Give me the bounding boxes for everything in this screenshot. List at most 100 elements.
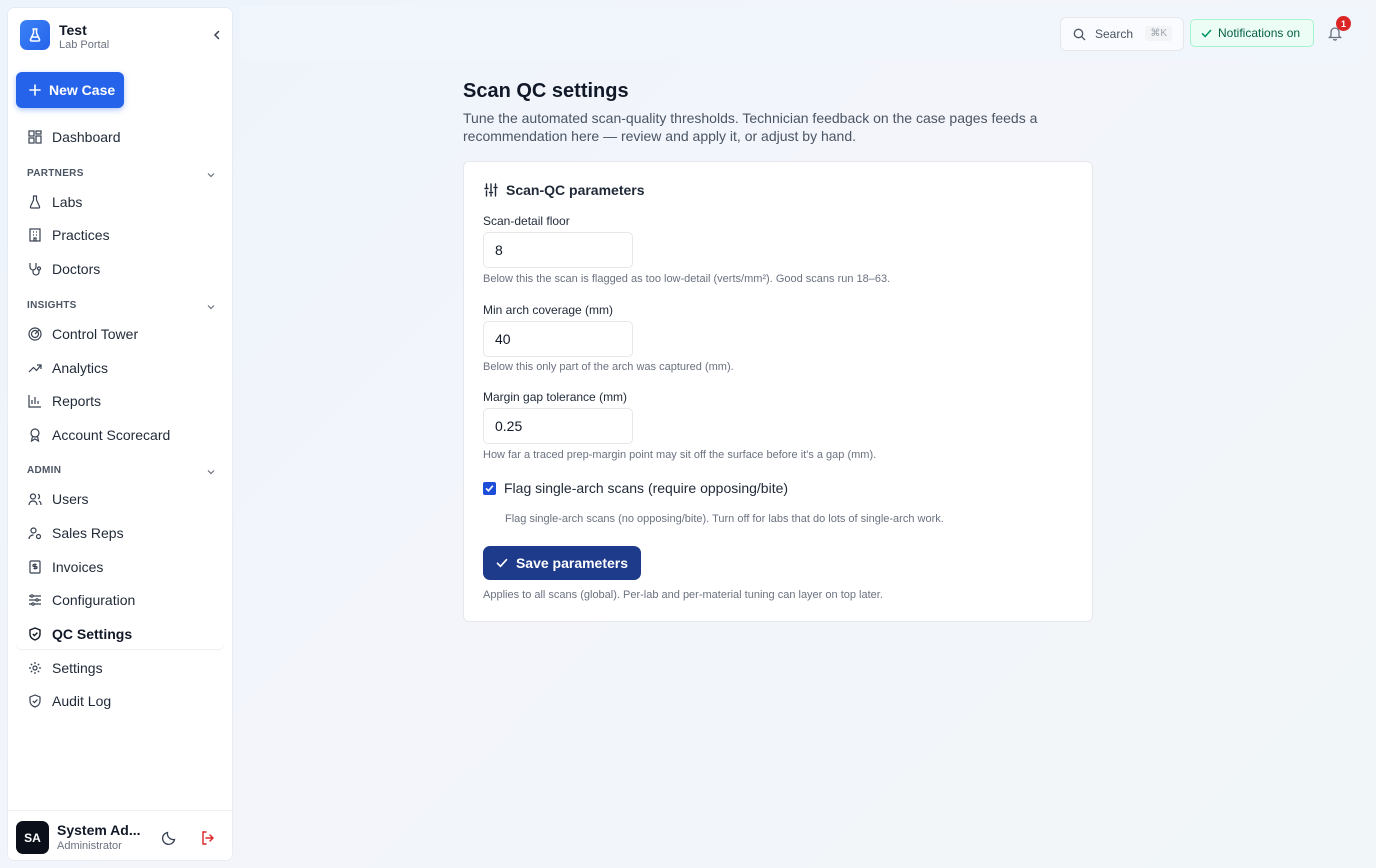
check-icon (496, 558, 508, 568)
sidebar-item-dashboard[interactable]: Dashboard (16, 122, 224, 152)
section-title: INSIGHTS (27, 300, 77, 311)
check-icon (1201, 29, 1212, 38)
chevron-down-icon (205, 169, 217, 181)
radar-icon (28, 327, 42, 341)
trending-up-icon (28, 361, 42, 375)
flask-icon (28, 195, 42, 209)
sidebar-item-label: Users (52, 491, 89, 507)
notifications-label: Notifications on (1218, 26, 1301, 40)
footnote: Applies to all scans (global). Per-lab a… (483, 589, 883, 601)
check-icon (485, 484, 494, 492)
margin-gap-tolerance-label: Margin gap tolerance (mm) (483, 390, 628, 404)
sidebar-item-reports[interactable]: Reports (16, 386, 224, 416)
stethoscope-icon (28, 262, 42, 276)
search-icon (1073, 28, 1086, 40)
sidebar-item-label: Control Tower (52, 326, 139, 342)
sidebar-item-sales-reps[interactable]: Sales Reps (16, 518, 224, 548)
logout-icon[interactable] (200, 830, 216, 846)
users-icon (28, 492, 42, 506)
margin-gap-tolerance-input[interactable] (483, 408, 633, 444)
sidebar-item-label: Analytics (52, 360, 109, 376)
min-arch-coverage-help: Below this only part of the arch was cap… (483, 361, 734, 373)
sidebar-item-label: Labs (52, 194, 83, 210)
scan-detail-floor-input[interactable] (483, 232, 633, 268)
brand-name: Test (59, 22, 87, 38)
sidebar-item-qc-settings[interactable]: QC Settings (16, 619, 224, 649)
sidebar-item-label: Account Scorecard (52, 427, 171, 443)
flag-single-arch-label: Flag single-arch scans (require opposing… (504, 480, 789, 496)
sidebar-item-label: Configuration (52, 592, 136, 608)
flag-single-arch-row: Flag single-arch scans (require opposing… (483, 480, 788, 496)
chevron-left-icon[interactable] (210, 28, 224, 42)
sidebar-item-analytics[interactable]: Analytics (16, 353, 224, 383)
scan-qc-parameters-card: Scan-QC parameters Scan-detail floor Bel… (463, 161, 1093, 622)
sidebar: Test Lab Portal New Case Dashboard PARTN… (8, 8, 232, 860)
sidebar-item-control-tower[interactable]: Control Tower (16, 319, 224, 349)
sliders-icon (28, 593, 42, 607)
notifications-toggle[interactable]: Notifications on (1190, 19, 1314, 47)
save-parameters-label: Save parameters (515, 555, 629, 571)
chevron-down-icon (205, 466, 217, 478)
moon-icon[interactable] (161, 830, 177, 846)
search-button[interactable]: Search ⌘K (1060, 17, 1184, 51)
sidebar-item-account-scorecard[interactable]: Account Scorecard (16, 420, 224, 450)
section-title: ADMIN (27, 465, 62, 476)
user-cog-icon (28, 526, 42, 540)
user-role: Administrator (57, 840, 122, 852)
dashboard-icon (28, 130, 42, 144)
sidebar-item-doctors[interactable]: Doctors (16, 254, 224, 284)
brand-subtitle: Lab Portal (59, 39, 110, 51)
scan-detail-floor-help: Below this the scan is flagged as too lo… (483, 273, 891, 285)
notification-badge: 1 (1336, 16, 1351, 31)
sidebar-item-label: Audit Log (52, 693, 112, 709)
sidebar-item-label: Dashboard (52, 129, 121, 145)
sidebar-item-users[interactable]: Users (16, 484, 224, 514)
chevron-down-icon (205, 301, 217, 313)
sidebar-item-labs[interactable]: Labs (16, 187, 224, 217)
receipt-icon (28, 560, 42, 574)
save-parameters-button[interactable]: Save parameters (483, 546, 641, 580)
bar-chart-icon (28, 394, 42, 408)
sidebar-item-configuration[interactable]: Configuration (16, 585, 224, 615)
gear-icon (28, 661, 42, 675)
sidebar-item-label: Doctors (52, 261, 101, 277)
new-case-button[interactable]: New Case (16, 72, 124, 108)
flag-single-arch-help: Flag single-arch scans (no opposing/bite… (505, 513, 944, 525)
search-shortcut: ⌘K (1145, 26, 1172, 41)
min-arch-coverage-input[interactable] (483, 321, 633, 357)
section-admin[interactable]: ADMIN (27, 465, 217, 479)
top-header: Search ⌘K Notifications on 1 (240, 6, 1369, 60)
user-name: System Ad... (57, 822, 141, 838)
award-icon (28, 428, 42, 442)
sidebar-item-label: Invoices (52, 559, 104, 575)
sidebar-item-label: Sales Reps (52, 525, 124, 541)
shield-icon (28, 694, 42, 708)
avatar[interactable]: SA (16, 821, 49, 854)
section-insights[interactable]: INSIGHTS (27, 300, 217, 314)
sidebar-item-label: Settings (52, 660, 103, 676)
flask-icon (20, 20, 50, 50)
min-arch-coverage-label: Min arch coverage (mm) (483, 303, 614, 317)
sliders-vertical-icon (484, 183, 498, 197)
section-title: PARTNERS (27, 168, 84, 179)
sidebar-item-invoices[interactable]: Invoices (16, 552, 224, 582)
sidebar-item-label: Reports (52, 393, 102, 409)
scan-detail-floor-label: Scan-detail floor (483, 214, 570, 228)
sidebar-item-audit-log[interactable]: Audit Log (16, 686, 224, 716)
flag-single-arch-checkbox[interactable] (483, 481, 496, 495)
sidebar-item-label: Practices (52, 227, 110, 243)
shield-check-icon (28, 627, 42, 641)
card-title-text: Scan-QC parameters (506, 182, 645, 198)
brand: Test Lab Portal (20, 20, 220, 51)
sidebar-item-label: QC Settings (52, 626, 133, 642)
new-case-label: New Case (49, 82, 116, 98)
page-description: Tune the automated scan-quality threshol… (463, 110, 1038, 144)
search-label: Search (1095, 27, 1134, 41)
user-profile: SA System Ad... Administrator (8, 810, 232, 860)
sidebar-item-settings[interactable]: Settings (16, 653, 224, 683)
sidebar-item-practices[interactable]: Practices (16, 220, 224, 250)
section-partners[interactable]: PARTNERS (27, 168, 217, 182)
card-title: Scan-QC parameters (484, 182, 645, 198)
page-title: Scan QC settings (463, 80, 629, 102)
building-icon (28, 228, 42, 242)
